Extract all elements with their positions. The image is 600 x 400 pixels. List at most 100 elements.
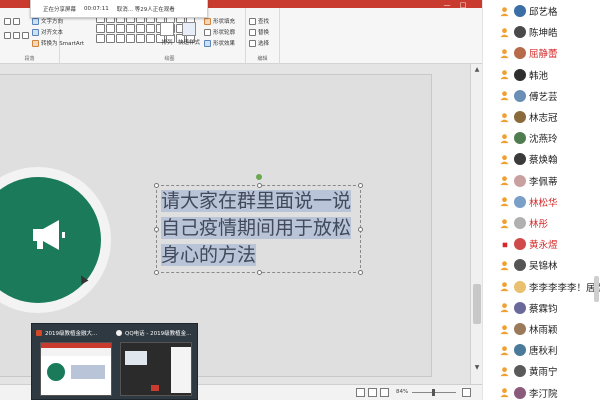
member-name: 韩池 [529,70,549,82]
screen: — □ 段落 文字方向 对齐文本 转换为 SmartArt 绘图 排列 快速样式… [0,0,600,400]
member-row[interactable]: 蔡焕翰 [483,148,600,170]
member-list-scrollbar[interactable] [594,276,599,302]
member-role-icon [500,324,509,334]
shape-outline-button[interactable]: 形状轮廓 [204,28,235,36]
member-row[interactable]: 沈燕玲 [483,127,600,149]
normal-view-icon[interactable] [356,388,365,397]
member-row[interactable]: 吴锦林 [483,254,600,276]
member-avatar [514,280,526,293]
member-avatar [514,195,526,208]
member-role-icon [500,345,509,355]
resize-handle[interactable] [257,183,262,188]
maximize-icon[interactable]: □ [456,1,470,9]
group-label-paragraph: 段落 [24,56,35,62]
scroll-down-icon[interactable]: ▼ [473,364,481,372]
taskbar-previews: 2019级教植金融大... QQ电话 - 2019级教植金... [31,323,198,400]
member-name: 屈静蕾 [529,49,558,61]
quick-styles-button[interactable]: 快速样式 [178,22,200,46]
member-name: 唐秋利 [529,346,558,358]
member-avatar [514,259,526,272]
fit-slide-icon[interactable] [462,388,471,397]
align-text-button[interactable]: 对齐文本 [32,28,63,36]
member-role-icon [500,282,509,292]
search-icon [249,17,256,25]
resize-handle[interactable] [358,270,363,275]
member-row[interactable]: 李李李李李！居然 [483,276,600,298]
powerpoint-icon [36,329,42,336]
member-name: 林志冠 [529,113,558,124]
member-avatar [514,132,526,145]
reading-view-icon[interactable] [380,388,389,397]
member-row[interactable]: 唐秋利 [483,339,600,361]
member-row[interactable]: 林彤 [483,212,600,234]
group-label-editing: 编辑 [257,56,268,62]
member-name: 李佩蒂 [529,176,558,188]
shape-effects-button[interactable]: 形状效果 [204,39,235,47]
preview-thumbnail [120,342,192,396]
replace-icon [249,28,256,36]
resize-handle[interactable] [358,227,363,232]
resize-handle[interactable] [257,270,262,275]
preview-powerpoint[interactable]: 2019级教植金融大... [36,328,114,400]
member-row[interactable]: 李佩蒂 [483,170,600,192]
effects-icon [204,39,211,47]
member-row[interactable]: 林雨颖 [483,318,600,340]
share-status: 正在分享屏幕 [43,6,77,13]
select-button[interactable]: 选择 [249,39,269,47]
member-role-icon [500,49,509,58]
resize-handle[interactable] [154,227,159,232]
member-row[interactable]: 林志冠 [483,106,600,128]
share-viewers[interactable]: 取消... 等29人正在观看 [117,5,175,13]
qq-icon [116,329,122,336]
member-role-icon [500,70,509,80]
resize-handle[interactable] [154,270,159,275]
member-row[interactable]: 李汀院 [483,382,600,400]
member-role-icon [500,6,509,16]
replace-button[interactable]: 替换 [249,28,269,36]
preview-qq-call[interactable]: QQ电话 - 2019级教植金... [116,328,194,400]
member-role-icon [500,367,509,376]
sorter-view-icon[interactable] [368,388,377,397]
member-row[interactable]: 韩池 [483,64,600,86]
rotate-handle[interactable] [256,174,262,180]
member-role-icon [500,27,509,37]
member-role-icon [500,155,509,164]
slide-scrollbar[interactable]: ▲ ▼ [470,64,482,384]
scroll-up-icon[interactable]: ▲ [473,66,481,74]
member-row[interactable]: 傅艺芸 [483,85,600,107]
slide-textbox[interactable]: 请大家在群里面说一说 自己疫情期间用于放松 身心的方法 [154,183,363,275]
member-row[interactable]: 屈静蕾 [483,42,600,64]
member-role-icon [500,218,509,228]
member-role-icon [500,261,509,270]
resize-handle[interactable] [154,183,159,188]
find-button[interactable]: 查找 [249,17,269,25]
shape-fill-button[interactable]: 形状填充 [204,17,235,25]
resize-handle[interactable] [358,183,363,188]
list-icon[interactable] [4,18,20,25]
member-avatar [514,323,526,335]
convert-smartart-button[interactable]: 转换为 SmartArt [32,39,84,47]
zoom-level[interactable]: 84% [396,389,408,395]
member-name: 林松华 [529,197,558,209]
member-name: 李汀院 [529,388,558,400]
member-row[interactable]: 陈坤皓 [483,21,600,43]
member-row[interactable]: 邱艺格 [483,0,600,22]
megaphone-icon [33,220,65,250]
paint-bucket-icon [204,17,211,25]
arrange-icon [160,22,174,36]
scroll-thumb[interactable] [473,284,481,324]
member-row[interactable]: 黄雨宁 [483,360,600,382]
member-name: 蔡焕翰 [529,155,558,167]
arrange-button[interactable]: 排列 [160,22,174,46]
member-row[interactable]: 蔡霖钧 [483,297,600,319]
member-row[interactable]: 黄永煜 [483,233,600,255]
zoom-slider-knob[interactable] [432,389,435,396]
member-row[interactable]: 林松华 [483,191,600,213]
minimize-icon[interactable]: — [440,1,454,9]
align-icons[interactable] [4,32,29,39]
member-name: 蔡霖钧 [529,303,558,315]
member-avatar [514,217,526,229]
member-avatar [514,344,526,357]
text-direction-button[interactable]: 文字方向 [32,17,63,25]
preview-thumbnail [40,342,112,396]
